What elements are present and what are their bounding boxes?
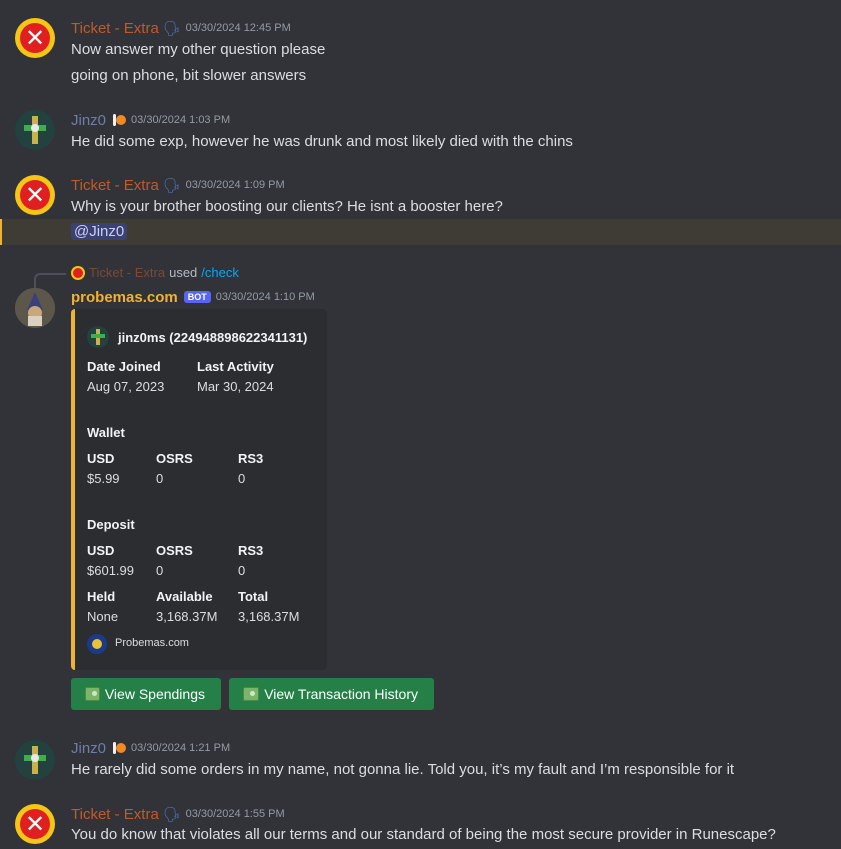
date-joined-label: Date Joined [87,359,161,374]
wallet-usd-value: $5.99 [87,471,120,486]
probemas-logo-icon [87,634,107,654]
jinz-avatar[interactable] [15,110,55,150]
held-value: None [87,609,119,624]
speaking-head-icon: 🗣 [162,805,181,822]
button-label: View Spendings [104,686,205,702]
reply-used: used [169,265,198,280]
message-text: Now answer my other question please [71,41,326,58]
ticket-avatar[interactable]: ✕ [15,18,55,58]
reply-context[interactable]: Ticket - Extra used /check [71,265,239,280]
author-name[interactable]: Jinz0 [71,740,106,757]
x-avatar-icon: ✕ [20,23,50,53]
available-label: Available [156,589,213,604]
message-text: He did some exp, however he was drunk an… [71,133,573,150]
message-text: Why is your brother boosting our clients… [71,198,503,215]
bot-badge: BOT [183,291,211,303]
bone-icon [113,742,127,754]
speaking-head-icon: 🗣 [162,176,181,193]
reply-user[interactable]: Ticket - Extra [89,265,165,280]
wallet-title: Wallet [87,425,125,440]
user-mention[interactable]: @Jinz0 [71,223,128,240]
reply-connector [34,273,66,289]
view-spendings-button[interactable]: View Spendings [71,678,221,710]
author-name[interactable]: Ticket - Extra [71,806,159,823]
wallet-osrs-label: OSRS [156,451,193,466]
x-avatar-icon [71,265,85,280]
deposit-rs3-label: RS3 [238,543,264,558]
wizard-avatar-icon [15,288,55,328]
wallet-rs3-value: 0 [238,471,246,486]
wallet-usd-label: USD [87,451,115,466]
ticket-avatar[interactable]: ✕ [15,804,55,844]
embed-header: jinz0ms (224948898622341131) [118,330,308,345]
bot-avatar[interactable] [15,288,55,328]
timestamp: 03/30/2024 1:10 PM [215,291,315,303]
message-text: going on phone, bit slower answers [71,67,307,84]
bone-icon [113,114,127,126]
button-label: View Transaction History [264,686,418,702]
deposit-osrs-value: 0 [156,563,164,578]
speaking-head-icon: 🗣 [162,19,181,36]
deposit-osrs-label: OSRS [156,543,193,558]
wallet-osrs-value: 0 [156,471,164,486]
author-name[interactable]: Ticket - Extra [71,177,159,194]
wallet-rs3-label: RS3 [238,451,264,466]
x-avatar-icon: ✕ [20,809,50,839]
date-joined-value: Aug 07, 2023 [87,379,165,394]
author-name[interactable]: Ticket - Extra [71,20,159,37]
message-text: You do know that violates all our terms … [71,826,776,843]
last-activity-value: Mar 30, 2024 [197,379,274,394]
embed-card: jinz0ms (224948898622341131) Date Joined… [71,309,327,670]
jinz-avatar-icon [87,326,109,348]
timestamp: 03/30/2024 1:21 PM [131,742,231,754]
money-icon [85,687,100,701]
x-avatar-icon: ✕ [20,180,50,210]
timestamp: 03/30/2024 1:09 PM [185,179,285,191]
author-name[interactable]: Jinz0 [71,112,106,129]
timestamp: 03/30/2024 12:45 PM [185,22,291,34]
available-value: 3,168.37M [156,609,218,624]
ticket-avatar[interactable]: ✕ [15,175,55,215]
total-value: 3,168.37M [238,609,300,624]
deposit-usd-value: $601.99 [87,563,134,578]
author-name[interactable]: probemas.com [71,289,178,306]
deposit-usd-label: USD [87,543,115,558]
jinz-avatar[interactable] [15,740,55,780]
jinz-avatar-icon [15,740,55,780]
total-label: Total [238,589,269,604]
last-activity-label: Last Activity [197,359,274,374]
command-link[interactable]: /check [201,265,239,280]
view-transaction-history-button[interactable]: View Transaction History [229,678,434,710]
message-text: He rarely did some orders in my name, no… [71,761,735,778]
deposit-rs3-value: 0 [238,563,246,578]
timestamp: 03/30/2024 1:55 PM [185,808,285,820]
money-icon [243,687,260,701]
jinz-avatar-icon [15,110,55,150]
deposit-title: Deposit [87,517,135,532]
timestamp: 03/30/2024 1:03 PM [131,114,231,126]
held-label: Held [87,589,116,604]
embed-footer: Probemas.com [115,637,189,649]
